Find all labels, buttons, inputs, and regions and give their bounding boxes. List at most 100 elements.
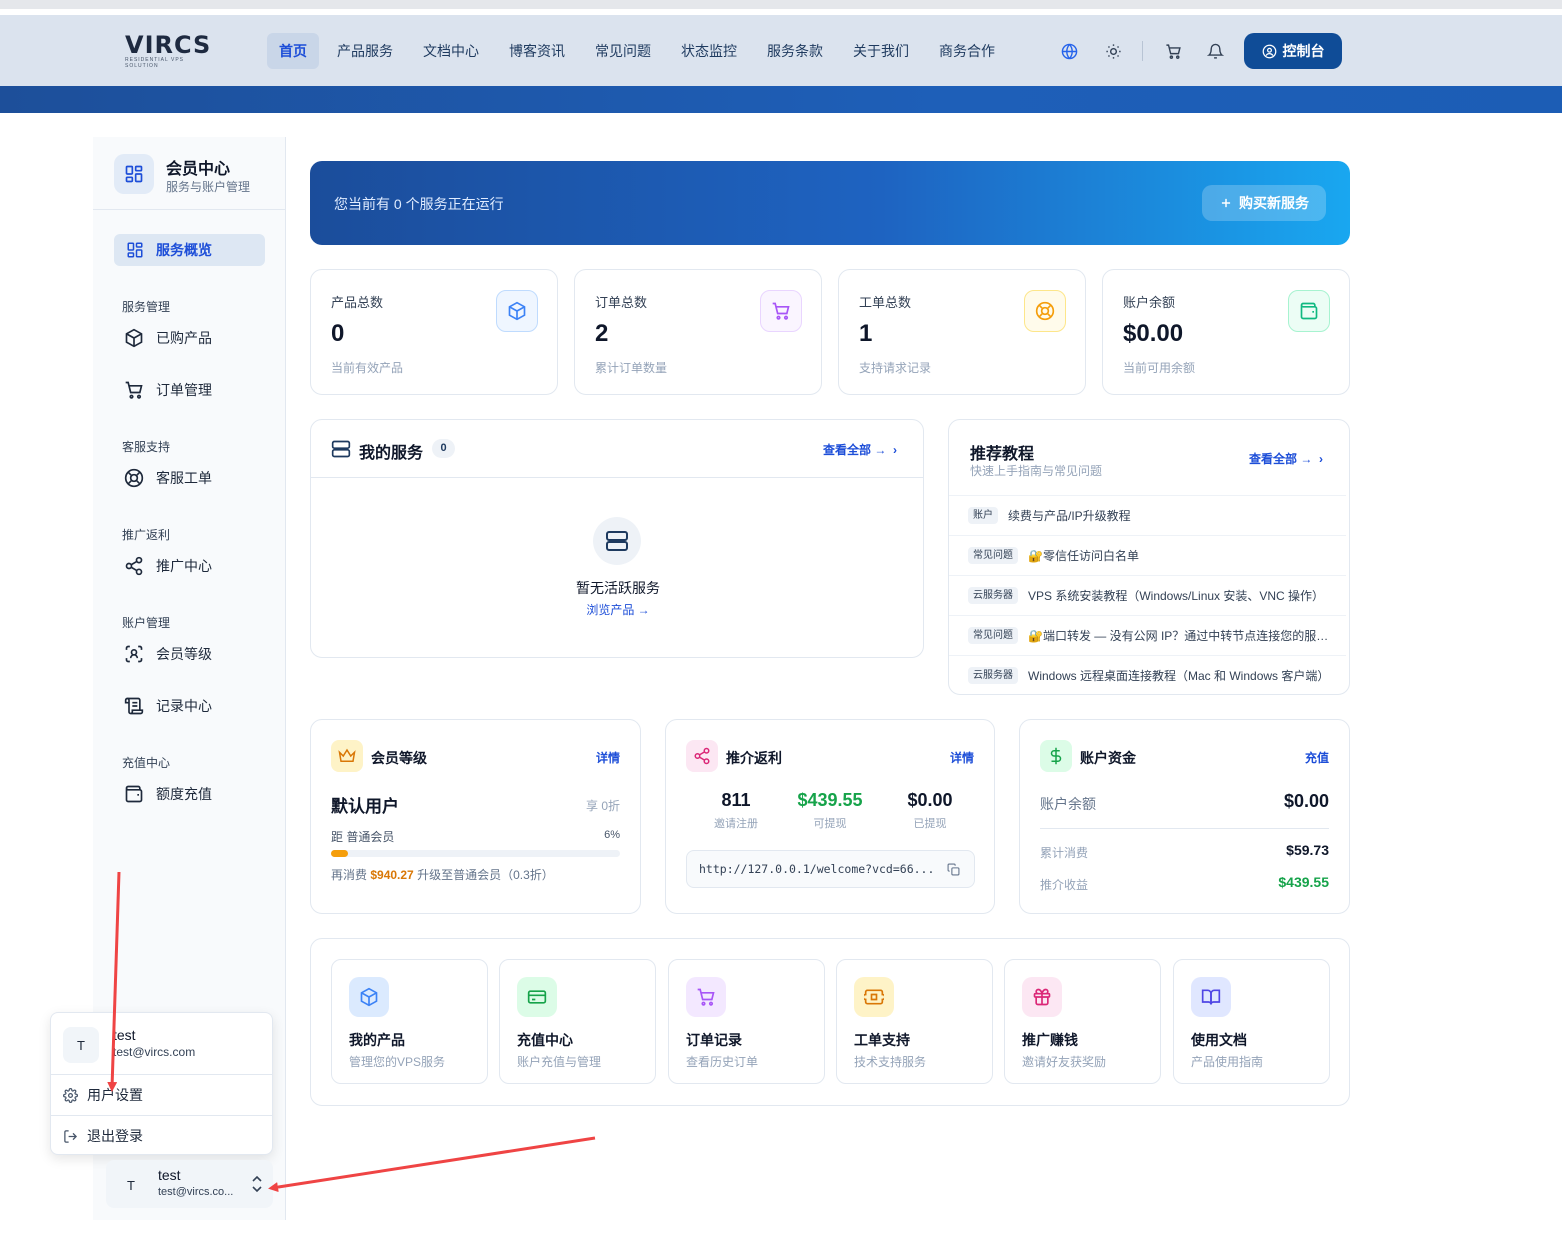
cart-icon — [686, 977, 726, 1017]
wallet-icon — [125, 785, 143, 803]
referral-url-field[interactable]: http://127.0.0.1/welcome?vcd=66... — [686, 850, 975, 888]
avatar: T — [63, 1027, 99, 1063]
browse-products-link[interactable]: 浏览产品 → — [311, 601, 925, 618]
user-name: test — [158, 1167, 181, 1183]
member-discount: 享 0折 — [585, 799, 620, 813]
grid-icon — [127, 242, 143, 258]
header-banner — [0, 86, 1562, 113]
crown-icon — [331, 740, 363, 772]
dollar-icon — [1040, 740, 1072, 772]
tutorial-item[interactable]: 账户 续费与产品/IP升级教程 — [949, 495, 1346, 535]
user-menu-popup: T test test@vircs.com 用户设置 退出登录 — [50, 1012, 273, 1155]
nav-docs[interactable]: 文档中心 — [411, 33, 491, 69]
user-account-switcher[interactable]: T test test@vircs.co... — [106, 1160, 273, 1208]
sun-icon[interactable] — [1103, 40, 1123, 62]
progress-bar — [331, 850, 620, 857]
site-logo[interactable]: VIRCS RESIDENTIAL VPS SOLUTION — [125, 31, 215, 69]
gift-icon — [1022, 977, 1062, 1017]
tutorials-card: 推荐教程 快速上手指南与常见问题 查看全部 → › 账户 续费与产品/IP升级教… — [948, 419, 1350, 695]
share-icon — [125, 556, 143, 576]
nav-blog[interactable]: 博客资讯 — [497, 33, 577, 69]
scan-icon — [125, 645, 143, 663]
stat-card-tickets: 工单总数 1 支持请求记录 — [838, 269, 1086, 395]
sidebar-item-orders[interactable]: 订单管理 — [124, 380, 212, 400]
user-email: test@vircs.co... — [158, 1186, 234, 1198]
server-icon — [331, 440, 351, 458]
sidebar-group-label: 客服支持 — [122, 440, 171, 454]
funds-income: $439.55 — [1278, 874, 1329, 890]
user-settings-item[interactable]: 用户设置 — [63, 1085, 143, 1105]
quick-link-support[interactable]: 工单支持 技术支持服务 — [836, 959, 993, 1084]
card-icon — [517, 977, 557, 1017]
gear-icon — [63, 1087, 78, 1103]
cart-icon — [760, 290, 802, 332]
quick-link-recharge[interactable]: 充值中心 账户充值与管理 — [499, 959, 656, 1084]
tutorial-tag: 账户 — [968, 507, 998, 524]
progress-label: 距 普通会员 — [331, 830, 395, 844]
logout-item[interactable]: 退出登录 — [63, 1126, 143, 1146]
user-email: test@vircs.com — [113, 1045, 196, 1059]
main-nav: 首页 产品服务 文档中心 博客资讯 常见问题 状态监控 服务条款 关于我们 商务… — [267, 33, 1007, 69]
tutorials-subtitle: 快速上手指南与常见问题 — [970, 464, 1103, 478]
nav-status[interactable]: 状态监控 — [669, 33, 749, 69]
quick-link-affiliate[interactable]: 推广赚钱 邀请好友获奖励 — [1004, 959, 1161, 1084]
view-all-services-link[interactable]: 查看全部 → › — [823, 441, 897, 458]
nav-terms[interactable]: 服务条款 — [755, 33, 835, 69]
view-all-tutorials-link[interactable]: 查看全部 → › — [1249, 450, 1323, 467]
lifebuoy-icon — [1024, 290, 1066, 332]
empty-services-title: 暂无活跃服务 — [576, 580, 660, 596]
recharge-link[interactable]: 充值 — [1305, 749, 1329, 766]
nav-products[interactable]: 产品服务 — [325, 33, 405, 69]
referral-card: 推介返利 详情 811 邀请注册 $439.55 可提现 $0.00 已提现 h… — [665, 719, 995, 914]
sidebar-header: 会员中心 服务与账户管理 — [93, 137, 285, 210]
stat-card-balance: 账户余额 $0.00 当前可用余额 — [1102, 269, 1350, 395]
referral-stat: $0.00 已提现 — [907, 790, 953, 830]
nav-about[interactable]: 关于我们 — [841, 33, 921, 69]
cart-icon[interactable] — [1163, 40, 1183, 62]
nav-home[interactable]: 首页 — [267, 33, 319, 69]
tutorial-tag: 云服务器 — [968, 667, 1018, 684]
progress-percent: 6% — [604, 829, 620, 841]
logout-icon — [64, 1129, 78, 1143]
nav-business[interactable]: 商务合作 — [927, 33, 1007, 69]
sidebar-item-recharge[interactable]: 额度充值 — [124, 784, 212, 804]
referral-details-link[interactable]: 详情 — [950, 749, 974, 766]
sidebar-item-tickets[interactable]: 客服工单 — [124, 468, 212, 488]
buy-new-service-button[interactable]: 购买新服务 — [1202, 185, 1326, 221]
quick-link-my-products[interactable]: 我的产品 管理您的VPS服务 — [331, 959, 488, 1084]
quick-link-docs[interactable]: 使用文档 产品使用指南 — [1173, 959, 1330, 1084]
scroll-icon — [124, 697, 144, 715]
tutorial-item[interactable]: 常见问题 🔐零信任访问白名单 — [949, 535, 1346, 575]
membership-card: 会员等级 详情 默认用户 享 0折 距 普通会员 6% 再消费 $940.27 … — [310, 719, 641, 914]
nav-faq[interactable]: 常见问题 — [583, 33, 663, 69]
tutorial-item[interactable]: 云服务器 Windows 远程桌面连接教程（Mac 和 Windows 客户端） — [949, 655, 1346, 695]
sidebar-item-affiliate[interactable]: 推广中心 — [124, 556, 212, 576]
ticket-icon — [854, 977, 894, 1017]
console-button[interactable]: 控制台 — [1244, 33, 1342, 69]
account-funds-card: 账户资金 充值 账户余额 $0.00 累计消费 $59.73 推介收益 $439… — [1019, 719, 1350, 914]
running-services-text: 您当前有 0 个服务正在运行 — [334, 196, 504, 212]
sidebar-item-membership[interactable]: 会员等级 — [124, 644, 212, 664]
cart-icon — [125, 381, 143, 399]
sidebar-item-purchased[interactable]: 已购产品 — [124, 328, 212, 348]
tutorial-item[interactable]: 常见问题 🔐端口转发 — 没有公网 IP？通过中转节点连接您的服务... — [949, 615, 1346, 655]
globe-icon[interactable] — [1059, 40, 1079, 62]
services-count-badge: 0 — [432, 439, 455, 458]
sidebar-group-label: 账户管理 — [122, 616, 171, 630]
chevron-right-icon: › — [1315, 452, 1324, 466]
quick-link-orders[interactable]: 订单记录 查看历史订单 — [668, 959, 825, 1084]
upgrade-note: 再消费 $940.27 升级至普通会员（0.3折） — [331, 868, 554, 882]
grid-icon — [114, 154, 154, 194]
stat-card-orders: 订单总数 2 累计订单数量 — [574, 269, 822, 395]
sidebar-item-overview[interactable]: 服务概览 — [114, 234, 265, 266]
membership-details-link[interactable]: 详情 — [596, 749, 620, 766]
funds-spent: $59.73 — [1286, 842, 1329, 858]
cube-icon — [496, 290, 538, 332]
bell-icon[interactable] — [1205, 40, 1225, 62]
sidebar-item-records[interactable]: 记录中心 — [124, 696, 212, 716]
sidebar-title: 会员中心 — [166, 161, 231, 178]
plus-icon — [1221, 198, 1231, 208]
funds-balance: $0.00 — [1283, 791, 1329, 811]
tutorial-item[interactable]: 云服务器 VPS 系统安装教程（Windows/Linux 安装、VNC 操作） — [949, 575, 1346, 615]
copy-icon[interactable] — [947, 863, 960, 876]
